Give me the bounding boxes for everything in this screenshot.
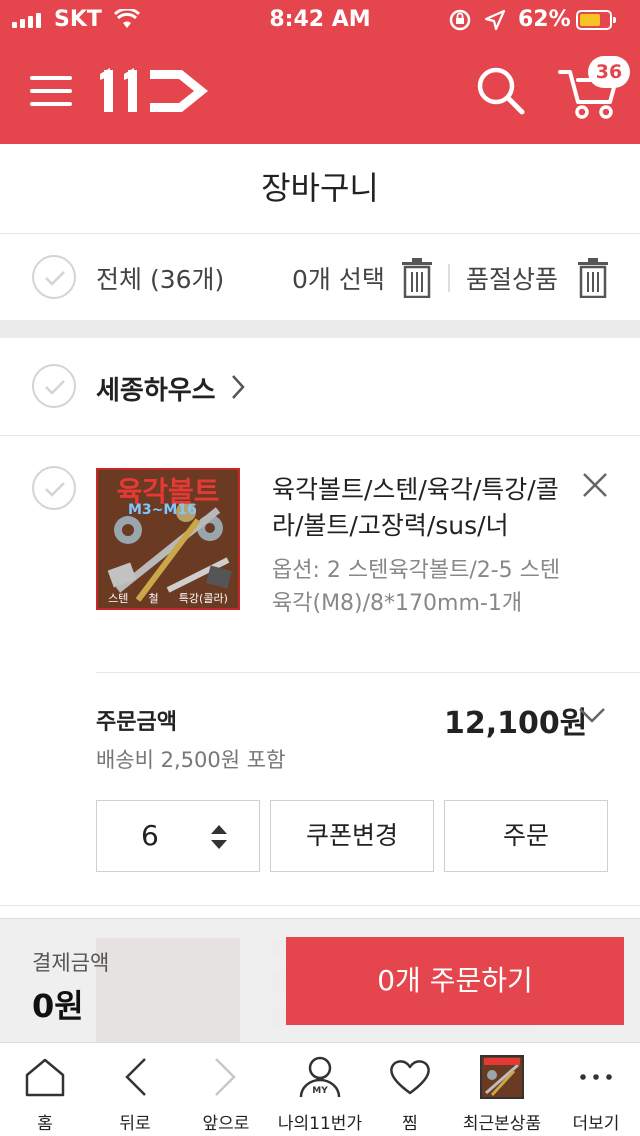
delete-selected-icon[interactable] (402, 258, 432, 298)
chevron-right-icon[interactable] (230, 374, 246, 400)
nav-label: 최근본상품 (462, 1114, 542, 1134)
thumbnail-tag: 철 (148, 592, 159, 605)
close-icon[interactable] (580, 470, 610, 500)
seller-checkbox[interactable] (32, 364, 76, 408)
search-icon[interactable] (474, 64, 528, 118)
payment-amount: 0원 (32, 987, 84, 1025)
nav-label: 더보기 (572, 1114, 620, 1134)
divider (448, 264, 450, 292)
select-all-label[interactable]: 전체 (36개) (96, 260, 224, 296)
my-icon: MY (299, 1056, 341, 1098)
seller-name[interactable]: 세종하우스 (96, 370, 216, 407)
product-thumbnail[interactable]: 육각볼트 M3~M16 스텐 철 특강(콜라) (96, 468, 240, 610)
divider (96, 672, 640, 673)
forward-icon (215, 1058, 236, 1096)
home-icon (25, 1058, 65, 1097)
nav-label: 찜 (402, 1114, 418, 1134)
more-icon (580, 1074, 612, 1080)
chevron-down-icon[interactable] (578, 706, 606, 724)
nav-recent[interactable]: 최근본상품 (452, 1043, 552, 1136)
rotation-lock-icon (449, 9, 471, 31)
order-amount: 12,100원 (444, 706, 588, 741)
product-option: 옵션: 2 스텐육각볼트/2-5 스텐육각(M8)/8*170mm-1개 (272, 558, 561, 616)
checkmark-icon (45, 271, 65, 286)
thumbnail-tag: 스텐 (108, 592, 129, 605)
cart-item: 육각볼트 M3~M16 스텐 철 특강(콜라) 육각볼트/스텐/육각/특강/콜라… (0, 436, 640, 906)
location-icon (484, 9, 506, 31)
shipping-fee: 배송비 2,500원 포함 (96, 748, 286, 772)
nav-forward[interactable]: 앞으로 (180, 1043, 272, 1136)
select-all-checkbox[interactable] (32, 255, 76, 299)
my-icon-text: MY (312, 1086, 328, 1096)
coupon-change-button[interactable]: 쿠폰변경 (270, 800, 434, 872)
nav-label: 뒤로 (119, 1114, 151, 1134)
selection-bar: 전체 (36개) 0개 선택 품절상품 (0, 234, 640, 320)
status-bar: SKT 8:42 AM 62% (0, 0, 640, 40)
recent-product-icon (480, 1055, 524, 1099)
item-checkbox[interactable] (32, 466, 76, 510)
nav-label: 홈 (37, 1114, 53, 1134)
checkout-bar: 결제금액 0원 0개 주문하기 (0, 918, 640, 1042)
back-icon (125, 1058, 146, 1096)
battery-icon (576, 10, 616, 30)
order-amount-label: 주문금액 (96, 710, 177, 735)
thumbnail-tags: 스텐 철 특강(콜라) (98, 590, 238, 606)
quantity-stepper[interactable]: 6 (96, 800, 260, 872)
product-name[interactable]: 육각볼트/스텐/육각/특강/콜라/볼트/고장력/sus/너 (272, 472, 572, 544)
up-down-arrows-icon[interactable] (209, 823, 229, 851)
checkmark-icon (45, 482, 65, 497)
cart-screen: SKT 8:42 AM 62% 36 장바구니 전체 (36개) 0개 선택 품… (0, 0, 640, 1136)
seller-row: 세종하우스 (0, 338, 640, 436)
nav-more[interactable]: 더보기 (552, 1043, 640, 1136)
nav-home[interactable]: 홈 (0, 1043, 90, 1136)
logo-11st-icon[interactable] (100, 64, 214, 118)
checkmark-icon (45, 380, 65, 395)
nav-label: 앞으로 (202, 1114, 250, 1134)
quantity-value: 6 (141, 819, 159, 852)
nav-back[interactable]: 뒤로 (90, 1043, 180, 1136)
place-order-button[interactable]: 0개 주문하기 (286, 937, 624, 1025)
thumbnail-subtitle: M3~M16 (128, 502, 197, 518)
battery-percent: 62% (518, 7, 571, 32)
nav-label: 나의11번가 (277, 1114, 363, 1134)
nav-wishlist[interactable]: 찜 (368, 1043, 452, 1136)
soldout-label[interactable]: 품절상품 (466, 260, 558, 296)
selected-count: 0개 선택 (292, 265, 385, 294)
section-gap (0, 320, 640, 338)
delete-soldout-icon[interactable] (578, 258, 608, 298)
payment-amount-label: 결제금액 (32, 951, 110, 975)
top-bar: SKT 8:42 AM 62% 36 (0, 0, 640, 144)
cart-count-badge: 36 (588, 56, 630, 88)
nav-my11st[interactable]: MY 나의11번가 (272, 1043, 368, 1136)
thumbnail-tag: 특강(콜라) (178, 592, 228, 605)
page-title: 장바구니 (0, 144, 640, 234)
order-item-button[interactable]: 주문 (444, 800, 608, 872)
heart-icon (390, 1060, 430, 1095)
menu-icon[interactable] (30, 72, 74, 110)
bottom-nav: 홈 뒤로 앞으로 MY 나의11번가 찜 최근본상품 더보기 (0, 1042, 640, 1136)
